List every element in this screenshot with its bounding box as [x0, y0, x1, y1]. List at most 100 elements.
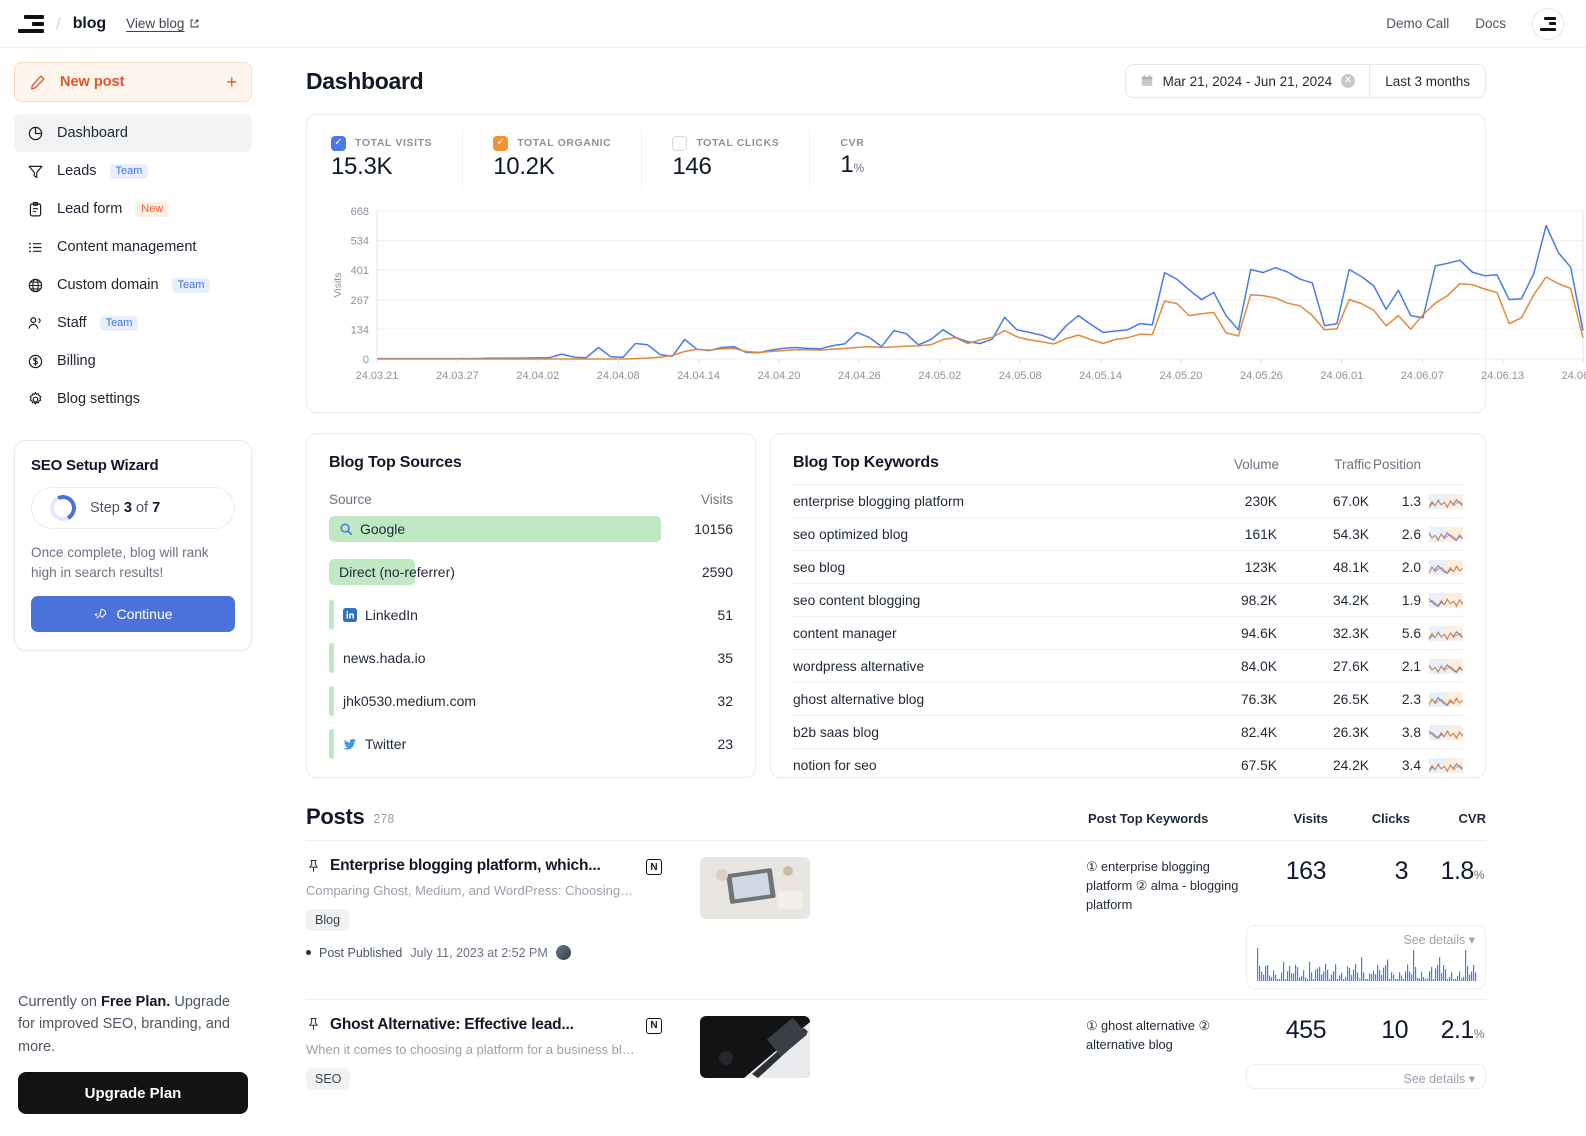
svg-text:24.06.19: 24.06.19	[1562, 370, 1586, 382]
post-cvr-value: 1.8	[1441, 857, 1474, 885]
keyword-row[interactable]: notion for seo67.5K24.2K3.4	[793, 748, 1463, 778]
view-blog-link[interactable]: View blog	[126, 16, 200, 31]
sidebar-badge-team: Team	[172, 278, 211, 293]
keyword-metrics: 76.3K26.5K2.3	[1185, 691, 1463, 708]
keyword-text: seo content blogging	[793, 593, 920, 608]
keyword-row[interactable]: wordpress alternative84.0K27.6K2.1	[793, 649, 1463, 682]
pencil-icon	[29, 74, 46, 91]
keyword-position: 3.4	[1369, 758, 1421, 773]
total-visits-checkbox[interactable]: ✓	[331, 136, 346, 151]
status-dot-icon	[306, 950, 311, 955]
keywords-table-header: Blog Top Keywords Volume Traffic Positio…	[793, 454, 1463, 472]
sidebar-item-label: Billing	[57, 353, 96, 369]
source-visits: 51	[717, 607, 733, 623]
keywords-rows: enterprise blogging platform230K67.0K1.3…	[793, 484, 1463, 778]
keyword-volume: 67.5K	[1185, 758, 1277, 773]
keyword-row[interactable]: seo blog123K48.1K2.0	[793, 550, 1463, 583]
app-logo-icon[interactable]	[18, 13, 44, 35]
see-details-button[interactable]: See details ▾	[1257, 932, 1475, 947]
keyword-text: seo blog	[793, 560, 845, 575]
wizard-continue-button[interactable]: Continue	[31, 596, 235, 632]
keyword-traffic: 27.6K	[1277, 659, 1369, 674]
svg-text:24.03.27: 24.03.27	[436, 370, 479, 382]
keyword-row[interactable]: seo optimized blog161K54.3K2.6	[793, 517, 1463, 550]
post-metrics: ① enterprise blogging platform ② alma - …	[1086, 857, 1486, 989]
sidebar-item-staff[interactable]: Staff Team	[14, 304, 252, 342]
date-range-preset-button[interactable]: Last 3 months	[1370, 65, 1485, 97]
svg-text:24.05.26: 24.05.26	[1240, 370, 1283, 382]
sidebar-item-dashboard[interactable]: Dashboard	[14, 114, 252, 152]
svg-text:24.04.26: 24.04.26	[838, 370, 881, 382]
notion-icon[interactable]: N	[646, 1018, 662, 1034]
see-details-button[interactable]: See details ▾	[1257, 1071, 1475, 1086]
search-icon	[339, 522, 353, 536]
keyword-row[interactable]: seo content blogging98.2K34.2K1.9	[793, 583, 1463, 616]
svg-text:24.06.13: 24.06.13	[1481, 370, 1524, 382]
post-row[interactable]: Enterprise blogging platform, which...Co…	[306, 840, 1486, 999]
metric-label: TOTAL ORGANIC	[517, 137, 611, 149]
date-range-picker[interactable]: Mar 21, 2024 - Jun 21, 2024 ✕	[1126, 65, 1371, 97]
sidebar-item-leads[interactable]: Leads Team	[14, 152, 252, 190]
source-name: news.hada.io	[343, 650, 426, 666]
sources-title: Blog Top Sources	[329, 454, 733, 472]
notion-icon[interactable]: N	[646, 859, 662, 875]
wizard-step-prefix: Step	[90, 500, 120, 516]
wizard-step-total: 7	[152, 500, 160, 516]
keyword-position: 2.3	[1369, 692, 1421, 707]
post-cvr-suffix: %	[1474, 868, 1484, 882]
sidebar: New post + Dashboard Leads Team	[0, 48, 266, 1136]
source-row[interactable]: jhk0530.medium.com32	[329, 679, 733, 722]
metric-value: 15.3K	[331, 153, 432, 181]
keyword-volume: 94.6K	[1185, 626, 1277, 641]
new-post-button[interactable]: New post +	[14, 62, 252, 102]
gear-icon	[26, 390, 44, 408]
post-title-row: Enterprise blogging platform, which...	[306, 857, 636, 875]
post-status: Post Published	[319, 946, 402, 960]
post-row[interactable]: Ghost Alternative: Effective lead...When…	[306, 999, 1486, 1100]
plus-icon: +	[226, 73, 237, 91]
sidebar-item-custom-domain[interactable]: Custom domain Team	[14, 266, 252, 304]
keyword-traffic: 26.3K	[1277, 725, 1369, 740]
sidebar-item-billing[interactable]: Billing	[14, 342, 252, 380]
account-menu-button[interactable]	[1532, 8, 1564, 40]
source-row[interactable]: Twitter23	[329, 722, 733, 765]
source-row[interactable]: Google10156	[329, 507, 733, 550]
source-row[interactable]: Direct (no-referrer)2590	[329, 550, 733, 593]
demo-call-link[interactable]: Demo Call	[1386, 16, 1449, 31]
docs-link[interactable]: Docs	[1475, 16, 1506, 31]
list-icon	[26, 238, 44, 256]
sidebar-item-content-management[interactable]: Content management	[14, 228, 252, 266]
sidebar-item-blog-settings[interactable]: Blog settings	[14, 380, 252, 418]
upgrade-plan-button[interactable]: Upgrade Plan	[18, 1072, 248, 1114]
post-metrics: ① ghost alternative ② alternative blog45…	[1086, 1016, 1486, 1090]
source-bar: Google	[329, 516, 661, 542]
metric-value-suffix: %	[853, 161, 863, 175]
sidebar-item-lead-form[interactable]: Lead form New	[14, 190, 252, 228]
calendar-icon	[1140, 74, 1154, 88]
users-icon	[26, 314, 44, 332]
pie-chart-icon	[26, 124, 44, 142]
keyword-row[interactable]: ghost alternative blog76.3K26.5K2.3	[793, 682, 1463, 715]
post-clicks: 3	[1326, 857, 1408, 915]
keyword-position: 2.6	[1369, 527, 1421, 542]
keyword-volume: 98.2K	[1185, 593, 1277, 608]
keywords-col-traffic: Traffic	[1279, 457, 1371, 472]
chart-svg: 0013413426726740140153453466866824.03.21…	[325, 197, 1586, 397]
page-layout: New post + Dashboard Leads Team	[0, 48, 1586, 1136]
keyword-row[interactable]: content manager94.6K32.3K5.6	[793, 616, 1463, 649]
post-details-box[interactable]: See details ▾	[1246, 1064, 1486, 1089]
source-row[interactable]: news.hada.io35	[329, 636, 733, 679]
svg-text:267: 267	[351, 295, 369, 307]
source-row[interactable]: LinkedIn51	[329, 593, 733, 636]
keyword-row[interactable]: b2b saas blog82.4K26.3K3.8	[793, 715, 1463, 748]
post-details-box[interactable]: See details ▾	[1246, 925, 1486, 989]
total-organic-checkbox[interactable]: ✓	[493, 136, 508, 151]
metric-toggles: ✓ TOTAL VISITS 15.3K ✓ TOTAL ORGANIC 10.…	[325, 129, 1467, 187]
post-metrics-row: ① enterprise blogging platform ② alma - …	[1086, 857, 1486, 915]
total-clicks-checkbox[interactable]	[672, 136, 687, 151]
metric-total-visits: ✓ TOTAL VISITS 15.3K	[325, 129, 463, 187]
keyword-text: enterprise blogging platform	[793, 494, 964, 509]
keyword-row[interactable]: enterprise blogging platform230K67.0K1.3	[793, 484, 1463, 517]
metric-value: 1%	[840, 151, 864, 179]
clear-date-range-icon[interactable]: ✕	[1341, 74, 1355, 88]
